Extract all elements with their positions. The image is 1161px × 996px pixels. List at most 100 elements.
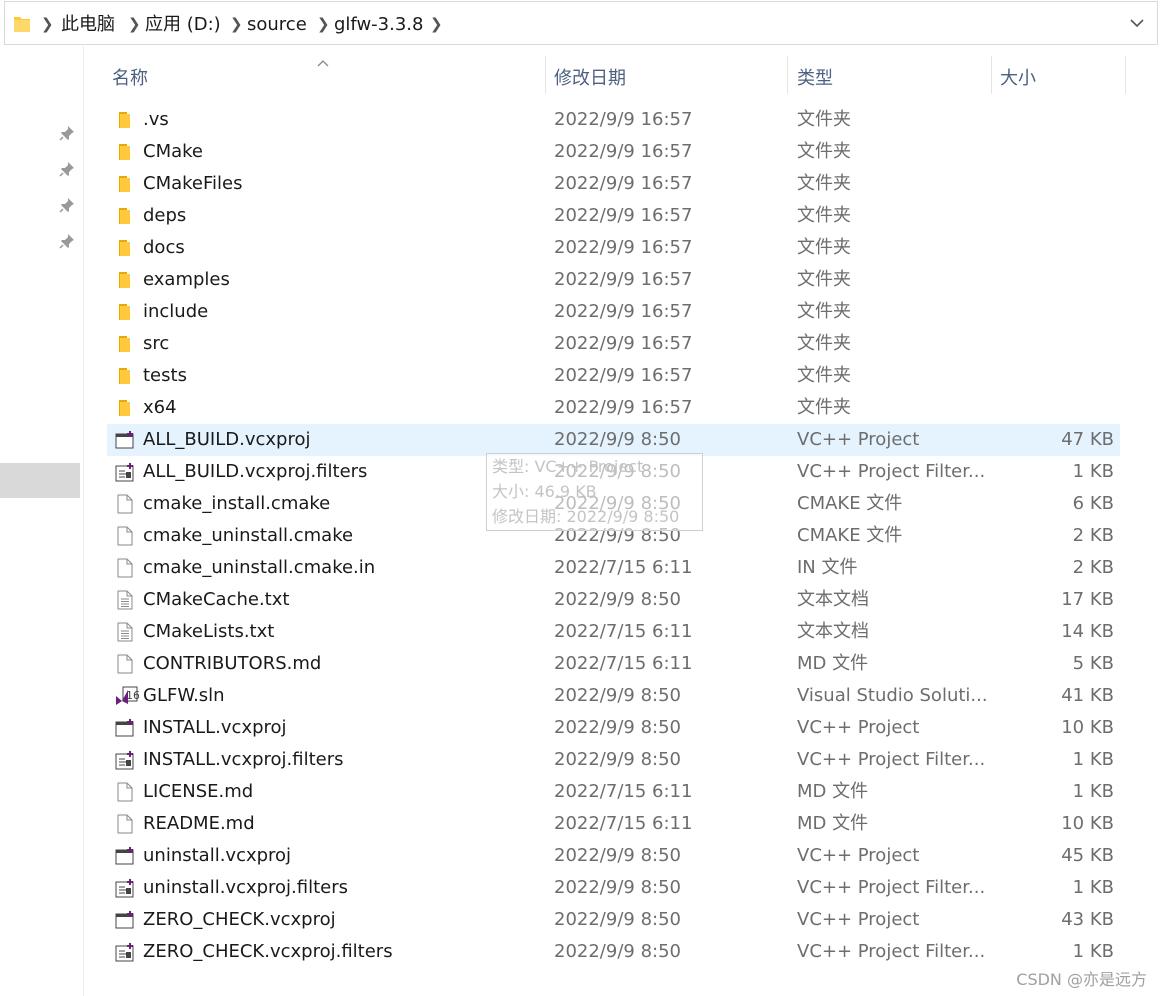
chevron-right-icon[interactable]: ❯ bbox=[430, 15, 443, 33]
sln-icon: 16 bbox=[115, 686, 140, 706]
breadcrumb-item[interactable]: source bbox=[247, 14, 307, 36]
tooltip-type: 类型: VC++ Project bbox=[492, 457, 644, 476]
file-row[interactable]: uninstall.vcxproj 2022/9/9 8:50 VC++ Proje… bbox=[107, 840, 1120, 872]
file-name: include bbox=[143, 301, 209, 322]
file-date: 2022/9/9 16:57 bbox=[554, 237, 693, 258]
pin-icon[interactable] bbox=[58, 196, 76, 214]
column-divider[interactable] bbox=[1125, 56, 1126, 94]
file-size: 1 KB bbox=[1072, 941, 1114, 962]
file-date: 2022/9/9 16:57 bbox=[554, 109, 693, 130]
column-header: 名称 修改日期 类型 大小 bbox=[84, 46, 1161, 104]
file-name: deps bbox=[143, 205, 187, 226]
file-type: CMAKE 文件 bbox=[797, 525, 903, 546]
tooltip-size: 大小: 46.9 KB bbox=[492, 482, 597, 501]
chevron-right-icon[interactable]: ❯ bbox=[230, 15, 243, 33]
file-size: 43 KB bbox=[1061, 909, 1114, 930]
file-row[interactable]: cmake_uninstall.cmake.in 2022/7/15 6:11 IN… bbox=[107, 552, 1120, 584]
pin-icon[interactable] bbox=[58, 124, 76, 142]
file-row[interactable]: uninstall.vcxproj.filters 2022/9/9 8:50 VC… bbox=[107, 872, 1120, 904]
file-size: 2 KB bbox=[1072, 557, 1114, 578]
pin-icon[interactable] bbox=[58, 232, 76, 250]
file-type: 文件夹 bbox=[797, 301, 851, 322]
column-date[interactable]: 修改日期 bbox=[554, 64, 626, 90]
address-bar[interactable]: ❯ 此电脑 ❯ 应用 (D:) ❯ source ❯ glfw-3.3.8 ❯ bbox=[4, 1, 1158, 45]
file-type: 文件夹 bbox=[797, 237, 851, 258]
file-size: 2 KB bbox=[1072, 525, 1114, 546]
file-row[interactable]: CONTRIBUTORS.md 2022/7/15 6:11 MD 文件 5 KB bbox=[107, 648, 1120, 680]
file-row[interactable]: docs 2022/9/9 16:57 文件夹 bbox=[107, 232, 1120, 264]
file-date: 2022/9/9 16:57 bbox=[554, 397, 693, 418]
file-row[interactable]: CMakeFiles 2022/9/9 16:57 文件夹 bbox=[107, 168, 1120, 200]
breadcrumb-item[interactable]: 应用 (D:) bbox=[145, 14, 221, 36]
file-date: 2022/9/9 8:50 bbox=[554, 877, 681, 898]
file-type: VC++ Project bbox=[797, 429, 920, 450]
column-type[interactable]: 类型 bbox=[797, 64, 833, 90]
chevron-right-icon[interactable]: ❯ bbox=[41, 15, 54, 33]
file-row[interactable]: CMake 2022/9/9 16:57 文件夹 bbox=[107, 136, 1120, 168]
file-row[interactable]: LICENSE.md 2022/7/15 6:11 MD 文件 1 KB bbox=[107, 776, 1120, 808]
file-name: .vs bbox=[143, 109, 169, 130]
file-row[interactable]: ZERO_CHECK.vcxproj 2022/9/9 8:50 VC++ Proj… bbox=[107, 904, 1120, 936]
file-date: 2022/9/9 8:50 bbox=[554, 941, 681, 962]
file-date: 2022/9/9 8:50 bbox=[554, 845, 681, 866]
file-row[interactable]: 16 GLFW.sln 2022/9/9 8:50 Visual Studio Sol… bbox=[107, 680, 1120, 712]
file-row[interactable]: INSTALL.vcxproj.filters 2022/9/9 8:50 VC++… bbox=[107, 744, 1120, 776]
file-row[interactable]: .vs 2022/9/9 16:57 文件夹 bbox=[107, 104, 1120, 136]
column-divider[interactable] bbox=[991, 56, 992, 94]
file-row[interactable]: tests 2022/9/9 16:57 文件夹 bbox=[107, 360, 1120, 392]
file-row[interactable]: src 2022/9/9 16:57 文件夹 bbox=[107, 328, 1120, 360]
file-type: 文件夹 bbox=[797, 141, 851, 162]
nav-item-selected[interactable] bbox=[0, 463, 80, 498]
file-type: 文件夹 bbox=[797, 333, 851, 354]
file-row[interactable]: include 2022/9/9 16:57 文件夹 bbox=[107, 296, 1120, 328]
file-type: 文件夹 bbox=[797, 205, 851, 226]
tooltip: 类型: VC++ Project 大小: 46.9 KB 修改日期: 2022/… bbox=[486, 453, 703, 531]
folder-icon bbox=[115, 366, 135, 386]
pin-icon[interactable] bbox=[58, 160, 76, 178]
column-divider[interactable] bbox=[545, 56, 546, 94]
file-row[interactable]: deps 2022/9/9 16:57 文件夹 bbox=[107, 200, 1120, 232]
sort-ascending-icon bbox=[317, 52, 329, 71]
column-name[interactable]: 名称 bbox=[112, 64, 148, 90]
file-date: 2022/7/15 6:11 bbox=[554, 653, 693, 674]
file-row[interactable]: examples 2022/9/9 16:57 文件夹 bbox=[107, 264, 1120, 296]
file-name: tests bbox=[143, 365, 187, 386]
file-row[interactable]: x64 2022/9/9 16:57 文件夹 bbox=[107, 392, 1120, 424]
file-date: 2022/9/9 16:57 bbox=[554, 173, 693, 194]
column-divider[interactable] bbox=[787, 56, 788, 94]
file-icon bbox=[115, 654, 135, 674]
file-date: 2022/9/9 16:57 bbox=[554, 205, 693, 226]
breadcrumb-item[interactable]: glfw-3.3.8 bbox=[334, 14, 423, 36]
file-type: 文件夹 bbox=[797, 109, 851, 130]
file-row[interactable]: ALL_BUILD.vcxproj 2022/9/9 8:50 VC++ Proje… bbox=[107, 424, 1120, 456]
file-name: cmake_install.cmake bbox=[143, 493, 331, 514]
file-row[interactable]: ZERO_CHECK.vcxproj.filters 2022/9/9 8:50 V… bbox=[107, 936, 1120, 968]
file-date: 2022/9/9 8:50 bbox=[554, 749, 681, 770]
file-name: uninstall.vcxproj.filters bbox=[143, 877, 349, 898]
navigation-pane[interactable] bbox=[0, 46, 84, 996]
file-date: 2022/9/9 8:50 bbox=[554, 717, 681, 738]
file-name: examples bbox=[143, 269, 230, 290]
file-row[interactable]: INSTALL.vcxproj 2022/9/9 8:50 VC++ Project… bbox=[107, 712, 1120, 744]
file-name: ALL_BUILD.vcxproj bbox=[143, 429, 311, 450]
folder-icon bbox=[13, 14, 31, 38]
file-name: CONTRIBUTORS.md bbox=[143, 653, 322, 674]
chevron-right-icon[interactable]: ❯ bbox=[317, 15, 330, 33]
folder-icon bbox=[115, 334, 135, 354]
column-size[interactable]: 大小 bbox=[1000, 64, 1036, 90]
file-row[interactable]: CMakeCache.txt 2022/9/9 8:50 文本文档 17 KB bbox=[107, 584, 1120, 616]
file-date: 2022/7/15 6:11 bbox=[554, 813, 693, 834]
chevron-right-icon[interactable]: ❯ bbox=[128, 15, 141, 33]
file-name: ALL_BUILD.vcxproj.filters bbox=[143, 461, 368, 482]
file-size: 10 KB bbox=[1061, 813, 1114, 834]
chevron-down-icon[interactable] bbox=[1129, 15, 1145, 35]
file-type: 文件夹 bbox=[797, 173, 851, 194]
file-type: Visual Studio Soluti... bbox=[797, 685, 988, 706]
file-row[interactable]: CMakeLists.txt 2022/7/15 6:11 文本文档 14 KB bbox=[107, 616, 1120, 648]
file-row[interactable]: README.md 2022/7/15 6:11 MD 文件 10 KB bbox=[107, 808, 1120, 840]
file-name: uninstall.vcxproj bbox=[143, 845, 292, 866]
file-date: 2022/9/9 8:50 bbox=[554, 589, 681, 610]
file-date: 2022/9/9 16:57 bbox=[554, 269, 693, 290]
vcxproj-icon bbox=[115, 846, 135, 866]
breadcrumb-item[interactable]: 此电脑 bbox=[61, 14, 115, 36]
